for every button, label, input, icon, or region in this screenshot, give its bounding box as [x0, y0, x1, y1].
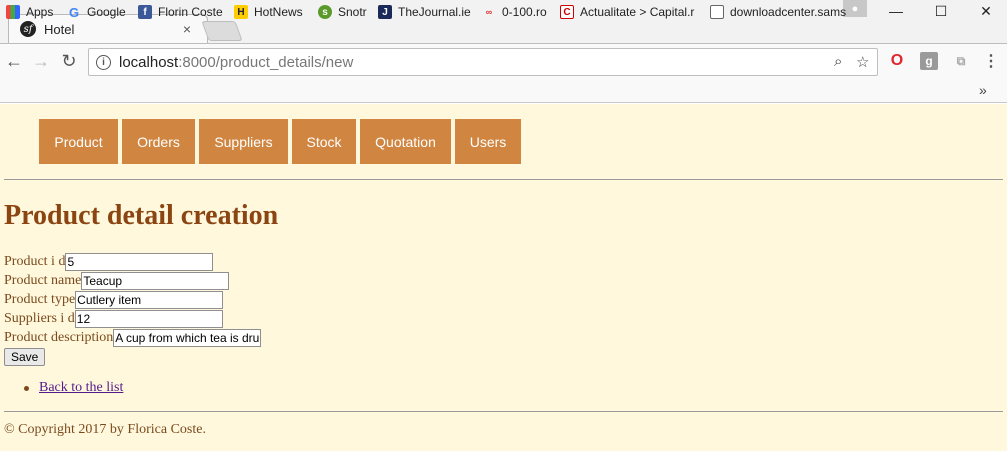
form-row-suppliers-id: Suppliers i d	[4, 309, 223, 328]
save-button[interactable]: Save	[4, 348, 46, 366]
zoom-icon[interactable]: ⌕	[834, 53, 842, 70]
url-text[interactable]: localhost:8000/product_details/new	[119, 54, 353, 71]
thejournal-icon: J	[378, 5, 392, 19]
menu-kebab-icon[interactable]: ⋮	[982, 52, 1000, 70]
product-name-input[interactable]	[81, 271, 230, 290]
bookmark-label: TheJournal.ie	[398, 5, 471, 19]
bookmark-thejournal[interactable]: J TheJournal.ie	[378, 3, 471, 21]
user-profile-icon[interactable]: ●	[843, 0, 867, 17]
maximize-icon[interactable]: ☐	[918, 0, 964, 22]
product-name-label: Product name	[4, 272, 82, 288]
back-list-item: Back to the list	[24, 380, 123, 396]
suppliers-id-input[interactable]	[74, 309, 223, 328]
capital-icon: C	[560, 5, 574, 19]
bookmark-hotnews[interactable]: H HotNews	[234, 3, 303, 21]
page-content: Product Orders Suppliers Stock Quotation…	[0, 104, 1007, 451]
back-to-list-link[interactable]: Back to the list	[39, 380, 123, 396]
page-title: Product detail creation	[4, 200, 279, 231]
url-host: localhost	[119, 54, 179, 71]
bookmark-label: downloadcenter.sams	[730, 5, 847, 19]
main-nav: Product Orders Suppliers Stock Quotation…	[39, 119, 525, 164]
bookmark-label: Snotr	[338, 5, 367, 19]
url-path: :8000/product_details/new	[178, 54, 354, 71]
copyright-text: © Copyright 2017 by Florica Coste.	[4, 422, 206, 437]
document-icon	[710, 5, 724, 19]
apps-grid-icon	[6, 5, 20, 19]
nav-item-quotation[interactable]: Quotation	[360, 119, 451, 164]
bookmark-label: Apps	[26, 5, 54, 19]
google-icon: G	[68, 4, 80, 20]
bookmark-0-100[interactable]: ∞ 0-100.ro	[482, 3, 547, 21]
address-bar[interactable]: i localhost:8000/product_details/new ⌕ ☆	[88, 48, 878, 76]
product-id-label: Product i d	[4, 253, 66, 269]
form-row-product-id: Product i d	[4, 252, 214, 271]
bookmark-apps[interactable]: Apps	[6, 3, 53, 21]
bookmark-label: Actualitate > Capital.r	[580, 5, 695, 19]
symfony-icon: sf	[20, 21, 36, 37]
snotr-icon: s	[318, 5, 332, 19]
bookmark-downloadcenter[interactable]: downloadcenter.sams	[710, 3, 846, 21]
product-description-label: Product description	[4, 329, 114, 345]
tab-close-icon[interactable]: ×	[180, 21, 194, 37]
product-type-label: Product type	[4, 291, 76, 307]
nav-item-stock[interactable]: Stock	[292, 119, 356, 164]
reload-icon[interactable]: ↻	[58, 50, 80, 72]
tab-title: Hotel	[44, 21, 75, 37]
bookmark-label: Google	[87, 5, 126, 19]
suppliers-id-label: Suppliers i d	[4, 310, 75, 326]
nav-item-orders[interactable]: Orders	[122, 119, 195, 164]
nav-item-suppliers[interactable]: Suppliers	[199, 119, 288, 164]
google-plus-icon[interactable]: g	[920, 52, 938, 70]
divider-bottom	[4, 411, 1003, 412]
bookmark-label: 0-100.ro	[502, 5, 547, 19]
0-100-icon: ∞	[485, 7, 493, 17]
form-row-product-type: Product type	[4, 290, 224, 309]
bookmark-star-icon[interactable]: ☆	[856, 53, 869, 71]
bookmark-label: HotNews	[254, 5, 303, 19]
product-id-input[interactable]	[65, 252, 214, 271]
close-window-icon[interactable]: ✕	[963, 0, 1007, 22]
list-bullet	[24, 385, 29, 391]
divider-top	[4, 179, 1003, 180]
pdf-icon[interactable]: ⧉	[952, 52, 970, 70]
new-tab-button[interactable]	[201, 21, 243, 41]
bookmark-florin-coste[interactable]: f Florin Coste	[138, 3, 223, 21]
form-row-product-name: Product name	[4, 271, 230, 290]
back-arrow-icon[interactable]: ←	[3, 50, 25, 72]
facebook-icon: f	[138, 5, 152, 19]
form-row-product-description: Product description	[4, 328, 262, 347]
nav-item-users[interactable]: Users	[455, 119, 521, 164]
nav-item-product[interactable]: Product	[39, 119, 118, 164]
bookmarks-bar	[0, 79, 1007, 103]
bookmarks-overflow-icon[interactable]: »	[979, 82, 987, 98]
hotnews-icon: H	[234, 5, 248, 19]
minimize-icon[interactable]: —	[873, 0, 919, 22]
product-description-input[interactable]	[113, 328, 262, 347]
product-type-input[interactable]	[75, 290, 224, 309]
forward-arrow-icon[interactable]: →	[30, 50, 52, 72]
info-icon[interactable]: i	[96, 55, 111, 70]
opera-icon[interactable]: O	[888, 52, 906, 70]
bookmark-google[interactable]: G Google	[67, 3, 126, 21]
bookmark-snotr[interactable]: s Snotr	[318, 3, 367, 21]
bookmark-capital[interactable]: C Actualitate > Capital.r	[560, 3, 694, 21]
bookmark-label: Florin Coste	[158, 5, 223, 19]
